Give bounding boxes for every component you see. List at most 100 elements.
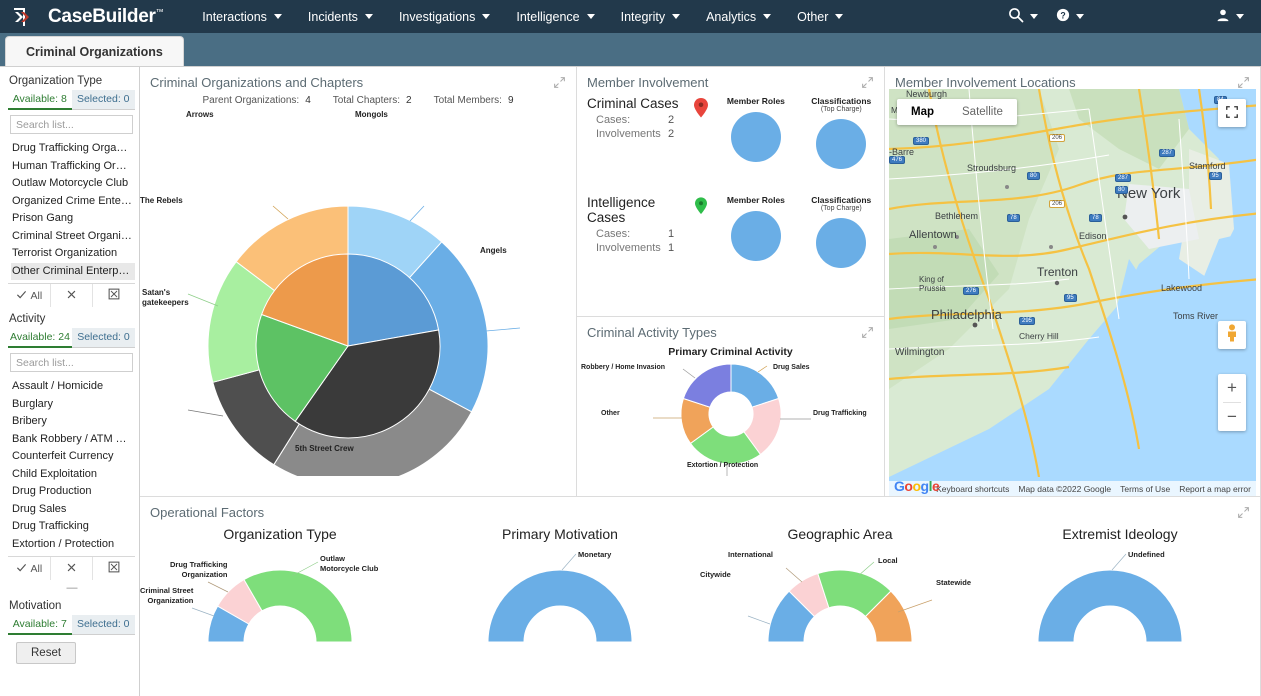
- list-item[interactable]: Child Exploitation: [11, 466, 135, 484]
- map-type-satellite[interactable]: Satellite: [948, 99, 1017, 125]
- facet-activity: Activity Available: 24 Selected: 0 Assau…: [8, 309, 139, 580]
- nav-item-other[interactable]: Other: [784, 0, 856, 33]
- stat-parent-organizations: Parent Organizations: 4: [202, 95, 310, 106]
- sunburst-label-satans-gatekeepers: Satan's gatekeepers: [142, 288, 189, 307]
- stat-value: 9: [507, 95, 514, 106]
- expand-arrows-icon[interactable]: [861, 326, 874, 342]
- select-all-button[interactable]: All: [8, 557, 51, 580]
- panel-title: Criminal Organizations and Chapters: [150, 75, 364, 90]
- list-item[interactable]: Counterfeit Currency: [11, 448, 135, 466]
- map-type-map[interactable]: Map: [897, 99, 948, 125]
- list-item[interactable]: Prison Gang: [11, 210, 135, 228]
- gauge-label-citywide: Citywide: [700, 570, 731, 579]
- list-item[interactable]: Organized Crime Enter...: [11, 193, 135, 211]
- chart-classifications-intelligence[interactable]: Classifications (Top Charge): [799, 195, 884, 268]
- navbar-right-actions: ?: [1001, 0, 1251, 33]
- nav-item-interactions[interactable]: Interactions: [189, 0, 295, 33]
- panel-title: Member Involvement: [587, 75, 709, 90]
- list-item[interactable]: Other Criminal Enterpri...: [11, 262, 135, 280]
- facet-tab-available[interactable]: Available: 8: [8, 90, 72, 110]
- facet-title: Activity: [9, 313, 46, 325]
- mi-row-cases: Cases: 1: [587, 227, 688, 241]
- stat-value: 4: [305, 95, 311, 106]
- zoom-out-button[interactable]: −: [1218, 403, 1246, 431]
- clear-selection-button[interactable]: [51, 557, 94, 580]
- list-item[interactable]: Bribery: [11, 413, 135, 431]
- chevrons-logo-icon: [12, 5, 40, 29]
- search-button[interactable]: [1001, 0, 1045, 33]
- gauge-label-monetary: Monetary: [578, 550, 612, 559]
- nav-item-analytics[interactable]: Analytics: [693, 0, 784, 33]
- list-item[interactable]: Extortion / Protection: [11, 536, 135, 554]
- list-item[interactable]: Drug Production: [11, 483, 135, 501]
- list-item[interactable]: Burglary: [11, 396, 135, 414]
- list-item[interactable]: Drug Trafficking Organi...: [11, 140, 135, 158]
- sunburst-chart[interactable]: Arrows Mongols The Rebels Angels Satan's…: [140, 106, 576, 496]
- facet-tab-selected[interactable]: Selected: 0: [71, 328, 135, 348]
- nav-item-investigations[interactable]: Investigations: [386, 0, 503, 33]
- chart-member-roles-criminal[interactable]: Member Roles: [713, 96, 798, 169]
- gauge-chart[interactable]: International Citywide Local Statewide: [700, 542, 980, 646]
- pie-slice: [730, 211, 781, 261]
- gauge-primary-motivation: Primary Motivation Monetary: [420, 522, 700, 662]
- list-item[interactable]: Outlaw Motorcycle Club: [11, 175, 135, 193]
- report-map-error-link[interactable]: Report a map error: [1179, 484, 1251, 494]
- chevron-down-icon: [1076, 14, 1084, 19]
- zoom-in-button[interactable]: +: [1218, 374, 1246, 402]
- search-input[interactable]: [11, 118, 139, 131]
- stat-label: Parent Organizations:: [202, 95, 300, 106]
- keyboard-shortcuts-link[interactable]: Keyboard shortcuts: [936, 484, 1009, 494]
- reset-button[interactable]: Reset: [16, 642, 77, 664]
- facet-motivation: Motivation Available: 7 Selected: 0: [8, 596, 135, 635]
- pie-slice: [816, 119, 867, 169]
- facet-tab-available[interactable]: Available: 24: [8, 328, 72, 348]
- map-zoom-control: + −: [1218, 374, 1246, 431]
- list-item[interactable]: Bank Robbery / ATM Th...: [11, 431, 135, 449]
- invert-selection-button[interactable]: [93, 557, 135, 580]
- primary-criminal-activity-donut[interactable]: Robbery / Home Invasion Drug Sales Other…: [577, 358, 884, 478]
- gauge-chart[interactable]: Drug Trafficking Organization Criminal S…: [140, 542, 420, 646]
- chart-classifications-criminal[interactable]: Classifications (Top Charge): [799, 96, 884, 169]
- chart-member-roles-intelligence[interactable]: Member Roles: [713, 195, 798, 268]
- panel-criminal-activity-types: Criminal Activity Types Primary Criminal…: [577, 317, 885, 497]
- nav-item-integrity[interactable]: Integrity: [608, 0, 693, 33]
- google-map[interactable]: Newburgh Middletown -Barre Stroudsburg S…: [889, 89, 1256, 496]
- nav-item-label: Integrity: [620, 9, 666, 24]
- facet-tab-available[interactable]: Available: 7: [8, 615, 72, 635]
- search-input[interactable]: [11, 356, 139, 369]
- gauge-chart[interactable]: Undefined: [980, 542, 1260, 646]
- terms-of-use-link[interactable]: Terms of Use: [1120, 484, 1170, 494]
- list-item[interactable]: Drug Sales: [11, 501, 135, 519]
- expand-arrows-icon[interactable]: [861, 76, 874, 92]
- list-item[interactable]: Drug Trafficking: [11, 518, 135, 536]
- facet-tab-selected[interactable]: Selected: 0: [71, 615, 135, 635]
- sidebar-collapse-handle[interactable]: —: [8, 582, 135, 596]
- nav-item-incidents[interactable]: Incidents: [295, 0, 386, 33]
- fullscreen-button[interactable]: [1218, 99, 1246, 127]
- nav-item-label: Incidents: [307, 9, 358, 24]
- user-menu-button[interactable]: [1209, 0, 1251, 33]
- select-all-button[interactable]: All: [8, 284, 51, 307]
- gauge-title: Geographic Area: [787, 526, 893, 542]
- invert-selection-button[interactable]: [93, 284, 135, 307]
- clear-selection-button[interactable]: [51, 284, 94, 307]
- gauge-title: Primary Motivation: [502, 526, 618, 542]
- list-item[interactable]: Assault / Homicide: [11, 378, 135, 396]
- facet-title: Motivation: [9, 600, 62, 612]
- list-item[interactable]: Human Trafficking Orga...: [11, 158, 135, 176]
- nav-item-label: Analytics: [706, 9, 757, 24]
- pegman-button[interactable]: [1218, 321, 1246, 349]
- nav-item-intelligence[interactable]: Intelligence: [503, 0, 607, 33]
- filter-sidebar: Organization Type Available: 8 Selected:…: [0, 67, 140, 696]
- expand-arrows-icon[interactable]: [1237, 506, 1250, 522]
- facet-tab-selected[interactable]: Selected: 0: [71, 90, 135, 110]
- help-button[interactable]: ?: [1049, 0, 1091, 33]
- gauge-chart[interactable]: Monetary: [420, 542, 700, 646]
- expand-arrows-icon[interactable]: [553, 76, 566, 92]
- tab-criminal-organizations[interactable]: Criminal Organizations: [5, 36, 184, 66]
- chevron-down-icon: [763, 14, 772, 19]
- donut-label-drug-trafficking: Drug Trafficking: [813, 410, 867, 417]
- list-item[interactable]: Terrorist Organization: [11, 245, 135, 263]
- brand-logo[interactable]: CaseBuilder™: [12, 5, 164, 29]
- list-item[interactable]: Criminal Street Organiz...: [11, 228, 135, 246]
